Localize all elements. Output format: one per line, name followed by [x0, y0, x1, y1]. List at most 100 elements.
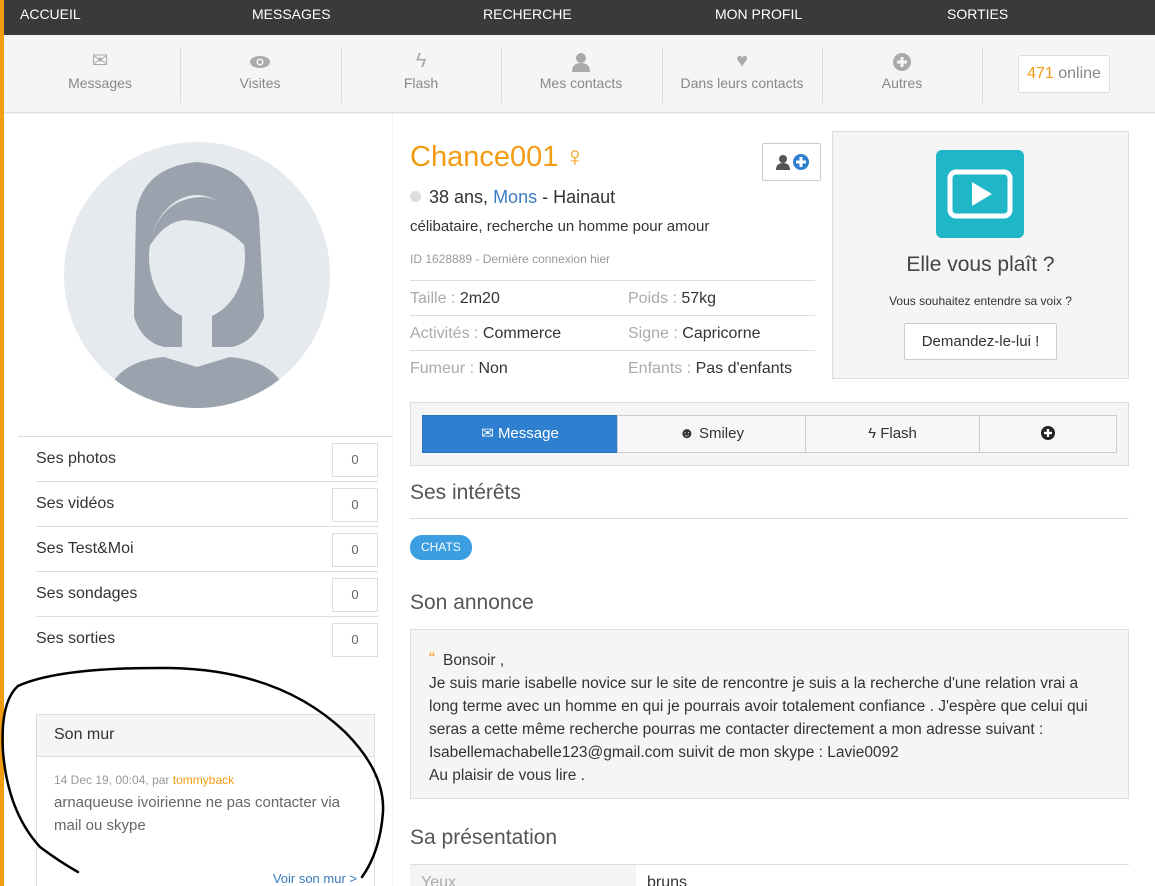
- stat-sorties[interactable]: Ses sorties 0: [36, 617, 378, 662]
- subnav-messages[interactable]: ✉ Messages: [20, 47, 180, 103]
- age-location: 38 ans, Mons - Hainaut: [410, 187, 615, 208]
- quote-icon: “: [429, 649, 435, 669]
- nav-mon-profil[interactable]: MON PROFIL: [715, 6, 802, 22]
- stat-label: Ses sorties: [36, 630, 116, 647]
- presentation-value: bruns: [647, 874, 688, 886]
- attr-key: Signe: [628, 325, 669, 342]
- envelope-icon: ✉: [91, 50, 109, 72]
- sub-navigation: ✉ Messages Visites ϟ Flash Mes contacts …: [4, 35, 1155, 113]
- stat-label: Ses Test&Moi: [36, 540, 134, 557]
- wall-title: Son mur: [37, 715, 374, 757]
- profile-attributes: Taille : 2m20 Poids : 57kg Activités : C…: [410, 280, 815, 386]
- attr-key: Enfants: [628, 360, 683, 377]
- attr-taille: Taille : 2m20: [410, 290, 500, 307]
- attr-key: Fumeur: [410, 360, 466, 377]
- subnav-mes-contacts-label: Mes contacts: [539, 75, 623, 91]
- voice-title: Elle vous plaît ?: [906, 253, 1055, 276]
- heart-icon: ♥: [736, 50, 748, 72]
- profile-id-last-login: ID 1628889 - Dernière connexion hier: [410, 252, 611, 266]
- more-actions-button[interactable]: [979, 415, 1117, 453]
- attr-value: Capricorne: [682, 325, 761, 342]
- user-icon: [501, 47, 661, 75]
- attr-row: Fumeur : Non Enfants : Pas d'enfants: [410, 351, 815, 386]
- age: 38 ans,: [429, 187, 489, 207]
- subnav-flash[interactable]: ϟ Flash: [341, 47, 501, 103]
- online-label: online: [1058, 65, 1101, 82]
- wall-post-author[interactable]: tommyback: [173, 773, 234, 787]
- attr-poids: Poids : 57kg: [628, 290, 717, 307]
- stat-testmoi[interactable]: Ses Test&Moi 0: [36, 527, 378, 572]
- stat-count: 0: [332, 488, 378, 522]
- offline-status-icon: [410, 191, 421, 202]
- presentation-key: Yeux: [410, 865, 636, 886]
- message-button-label: Message: [497, 425, 559, 442]
- city-link[interactable]: Mons: [493, 187, 537, 207]
- divider: [410, 518, 1129, 519]
- attr-fumeur: Fumeur : Non: [410, 360, 508, 377]
- attr-row: Activités : Commerce Signe : Capricorne: [410, 316, 815, 351]
- stat-count: 0: [332, 623, 378, 657]
- annonce-title: Son annonce: [410, 591, 534, 614]
- presentation-row: Yeux bruns: [410, 864, 1129, 886]
- bolt-icon: ϟ: [415, 50, 427, 72]
- annonce-body: Je suis marie isabelle novice sur le sit…: [429, 675, 1088, 761]
- wall-post-meta: 14 Dec 19, 00:04, par tommyback: [54, 773, 234, 787]
- view-wall-link[interactable]: Voir son mur >: [273, 871, 357, 886]
- media-stats: Ses photos 0 Ses vidéos 0 Ses Test&Moi 0…: [18, 436, 392, 662]
- nav-sorties[interactable]: SORTIES: [947, 6, 1008, 22]
- smiley-button-label: Smiley: [698, 425, 744, 442]
- attr-key: Taille: [410, 290, 447, 307]
- stat-count: 0: [332, 533, 378, 567]
- nav-messages[interactable]: MESSAGES: [252, 6, 331, 22]
- attr-enfants: Enfants : Pas d'enfants: [628, 360, 793, 377]
- avatar[interactable]: [64, 142, 330, 408]
- subnav-mes-contacts[interactable]: Mes contacts: [501, 47, 661, 103]
- stat-sondages[interactable]: Ses sondages 0: [36, 572, 378, 617]
- envelope-icon: ✉: [481, 425, 494, 442]
- attr-signe: Signe : Capricorne: [628, 325, 761, 342]
- attr-row: Taille : 2m20 Poids : 57kg: [410, 281, 815, 316]
- interest-tag[interactable]: CHATS: [410, 535, 472, 560]
- profile-sidebar: Ses photos 0 Ses vidéos 0 Ses Test&Moi 0…: [4, 114, 392, 886]
- request-voice-button[interactable]: Demandez-le-lui !: [904, 323, 1057, 360]
- attr-activites: Activités : Commerce: [410, 325, 562, 342]
- presentation-title: Sa présentation: [410, 826, 558, 849]
- nav-recherche[interactable]: RECHERCHE: [483, 6, 572, 22]
- stat-label: Ses photos: [36, 450, 117, 467]
- wall-post-date: 14 Dec 19, 00:04: [54, 773, 146, 787]
- subnav-flash-label: Flash: [403, 75, 439, 91]
- stat-photos[interactable]: Ses photos 0: [36, 437, 378, 482]
- profile-main: Chance001 ♀ 38 ans, Mons - Hainaut céliba…: [393, 114, 1155, 886]
- voice-subtitle: Vous souhaitez entendre sa voix ?: [889, 294, 1072, 308]
- add-user-icon: [776, 154, 809, 170]
- subnav-autres[interactable]: Autres: [822, 47, 982, 103]
- stat-videos[interactable]: Ses vidéos 0: [36, 482, 378, 527]
- video-play-icon[interactable]: [936, 150, 1024, 238]
- add-contact-button[interactable]: [762, 143, 821, 181]
- attr-value: Commerce: [482, 325, 562, 342]
- attr-value: 2m20: [459, 290, 500, 307]
- annonce-text: “ Bonsoir , Je suis marie isabelle novice…: [410, 629, 1129, 799]
- smiley-icon: ☻: [679, 425, 695, 442]
- region: - Hainaut: [542, 187, 616, 207]
- smiley-button[interactable]: ☻ Smiley: [617, 415, 806, 453]
- flash-button[interactable]: ϟ Flash: [805, 415, 980, 453]
- subnav-autres-label: Autres: [881, 75, 923, 91]
- female-icon: ♀: [564, 141, 586, 172]
- profile-name-line: Chance001 ♀: [410, 141, 585, 174]
- relationship-status: célibataire, recherche un homme pour amo…: [410, 218, 710, 235]
- nav-accueil[interactable]: ACCUEIL: [20, 6, 81, 22]
- subnav-visites[interactable]: Visites: [180, 47, 340, 103]
- stat-label: Ses sondages: [36, 585, 138, 602]
- attr-value: Pas d'enfants: [695, 360, 793, 377]
- attr-value: Non: [478, 360, 508, 377]
- profile-name: Chance001: [410, 141, 559, 173]
- subnav-dans-leurs-contacts[interactable]: ♥ Dans leurs contacts: [662, 47, 822, 103]
- divider: [982, 47, 983, 103]
- subnav-visites-label: Visites: [239, 75, 281, 91]
- attr-value: 57kg: [681, 290, 717, 307]
- female-silhouette-icon: [104, 162, 290, 408]
- online-counter[interactable]: 471 online: [1018, 55, 1110, 93]
- message-button[interactable]: ✉ Message: [422, 415, 618, 453]
- subnav-dans-leurs-contacts-label: Dans leurs contacts: [680, 75, 804, 91]
